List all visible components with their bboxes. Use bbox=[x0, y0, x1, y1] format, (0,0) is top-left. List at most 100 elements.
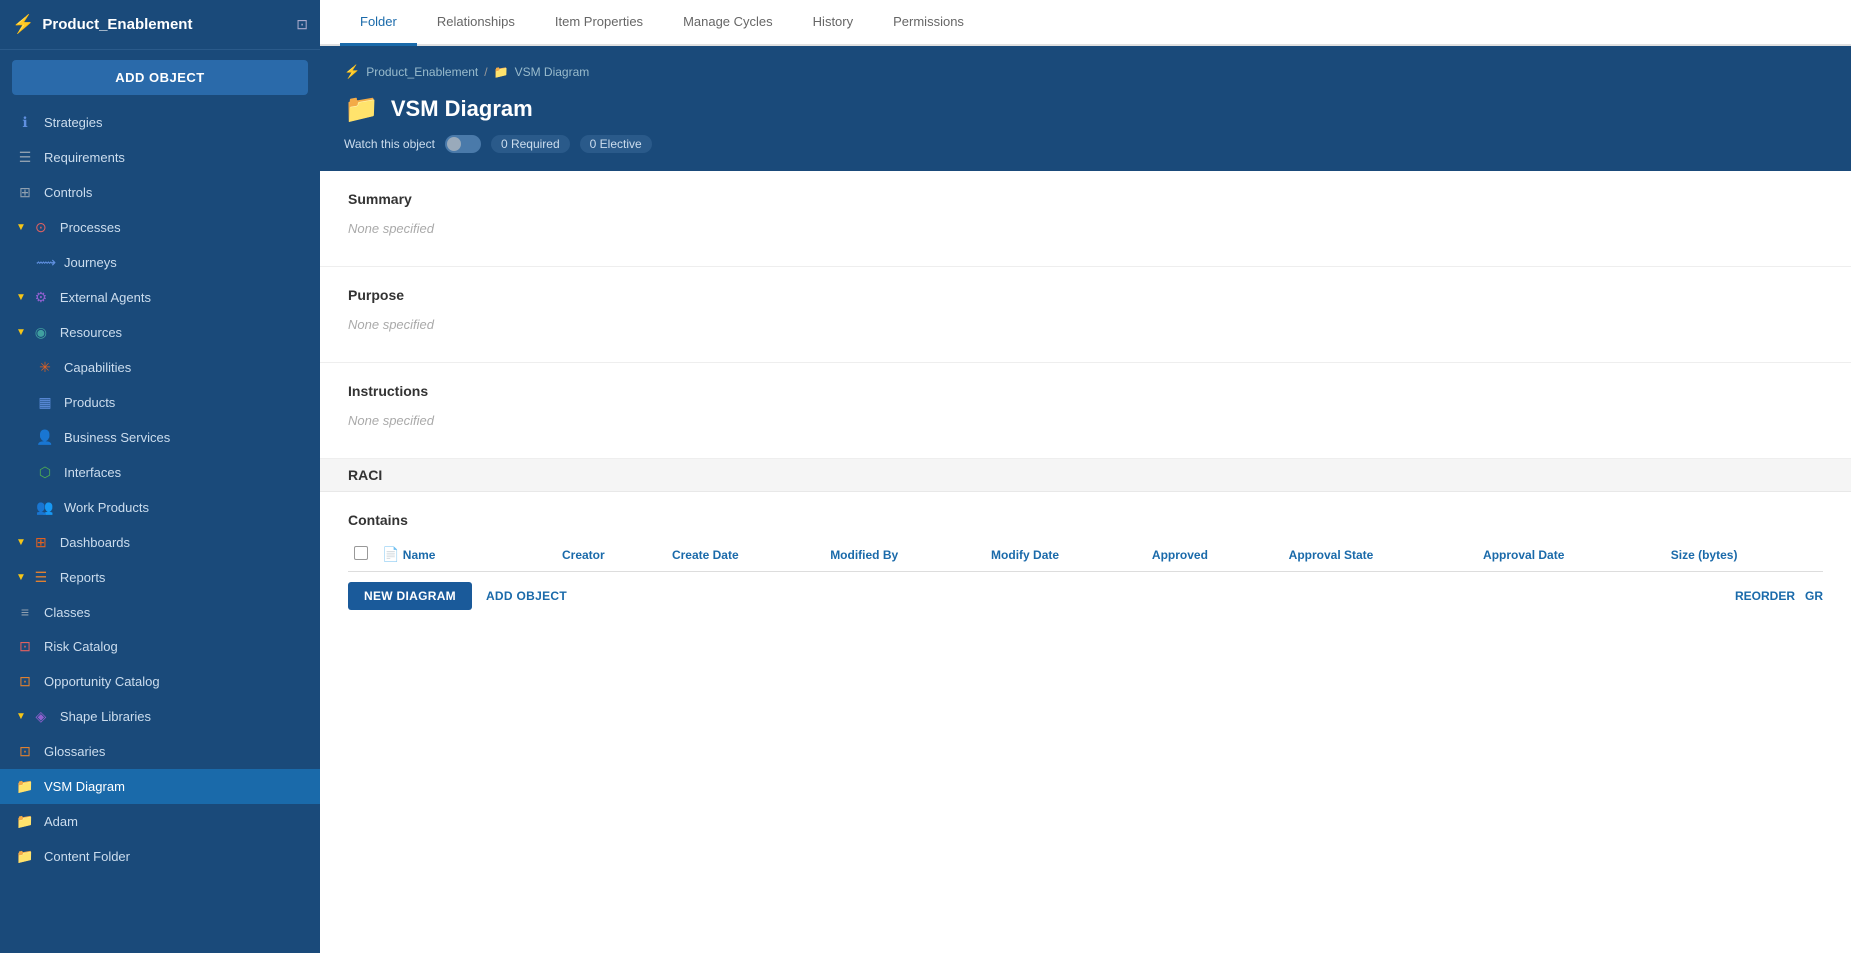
sidebar-item-risk-catalog[interactable]: ⊡ Risk Catalog bbox=[0, 629, 320, 664]
required-badge: 0 Required bbox=[491, 135, 570, 153]
table-header-checkbox[interactable] bbox=[348, 538, 376, 572]
sidebar-item-controls[interactable]: ⊞ Controls bbox=[0, 175, 320, 210]
sidebar-item-label: Capabilities bbox=[64, 360, 131, 375]
business-services-icon: 👤 bbox=[36, 429, 54, 446]
col-approved[interactable]: Approved bbox=[1146, 538, 1283, 572]
app-icon: ⚡ bbox=[12, 14, 34, 35]
classes-icon: ≡ bbox=[16, 604, 34, 620]
reports-caret: ▼ bbox=[16, 572, 26, 583]
dashboards-caret: ▼ bbox=[16, 537, 26, 548]
sidebar-item-label: Classes bbox=[44, 605, 90, 620]
requirements-icon: ☰ bbox=[16, 149, 34, 166]
dashboards-icon: ⊞ bbox=[32, 534, 50, 551]
risk-catalog-icon: ⊡ bbox=[16, 638, 34, 655]
col-creator[interactable]: Creator bbox=[556, 538, 666, 572]
purpose-title: Purpose bbox=[348, 287, 1823, 303]
tab-permissions[interactable]: Permissions bbox=[873, 0, 984, 46]
contains-header: Contains bbox=[320, 492, 1851, 538]
col-size-bytes[interactable]: Size (bytes) bbox=[1665, 538, 1823, 572]
processes-icon: ⊙ bbox=[32, 219, 50, 236]
journeys-icon: ⟿ bbox=[36, 254, 54, 271]
expand-icon[interactable]: ⊡ bbox=[296, 16, 308, 33]
main-content: Folder Relationships Item Properties Man… bbox=[320, 0, 1851, 953]
sidebar-item-label: Processes bbox=[60, 220, 121, 235]
col-approval-state[interactable]: Approval State bbox=[1283, 538, 1477, 572]
sidebar-item-processes[interactable]: ▼ ⊙ Processes bbox=[0, 210, 320, 245]
sidebar-item-interfaces[interactable]: ⬡ Interfaces bbox=[0, 455, 320, 490]
tab-item-properties[interactable]: Item Properties bbox=[535, 0, 663, 46]
sidebar-item-label: Shape Libraries bbox=[60, 709, 151, 724]
sidebar-item-label: Resources bbox=[60, 325, 122, 340]
sidebar-item-label: VSM Diagram bbox=[44, 779, 125, 794]
tab-manage-cycles[interactable]: Manage Cycles bbox=[663, 0, 793, 46]
toggle-knob bbox=[447, 137, 461, 151]
controls-icon: ⊞ bbox=[16, 184, 34, 201]
processes-caret: ▼ bbox=[16, 222, 26, 233]
sidebar-item-label: External Agents bbox=[60, 290, 151, 305]
resources-icon: ◉ bbox=[32, 324, 50, 341]
sidebar: ⚡ Product_Enablement ⊡ ADD OBJECT ℹ Stra… bbox=[0, 0, 320, 953]
reorder-button[interactable]: REORDER bbox=[1735, 589, 1795, 603]
sidebar-item-content-folder[interactable]: 📁 Content Folder bbox=[0, 839, 320, 874]
sidebar-item-label: Products bbox=[64, 395, 115, 410]
purpose-empty: None specified bbox=[348, 313, 1823, 342]
tab-relationships[interactable]: Relationships bbox=[417, 0, 535, 46]
sidebar-item-work-products[interactable]: 👥 Work Products bbox=[0, 490, 320, 525]
nav-list: ℹ Strategies ☰ Requirements ⊞ Controls ▼… bbox=[0, 105, 320, 874]
new-diagram-button[interactable]: NEW DIAGRAM bbox=[348, 582, 472, 610]
sidebar-item-adam[interactable]: 📁 Adam bbox=[0, 804, 320, 839]
raci-section: RACI bbox=[320, 459, 1851, 492]
purpose-section: Purpose None specified bbox=[320, 267, 1851, 363]
sidebar-item-products[interactable]: ▦ Products bbox=[0, 385, 320, 420]
sidebar-item-reports[interactable]: ▼ ☰ Reports bbox=[0, 560, 320, 595]
col-name[interactable]: 📄 Name bbox=[376, 538, 556, 572]
sidebar-item-label: Interfaces bbox=[64, 465, 121, 480]
sidebar-item-glossaries[interactable]: ⊡ Glossaries bbox=[0, 734, 320, 769]
tab-folder[interactable]: Folder bbox=[340, 0, 417, 46]
tab-history[interactable]: History bbox=[793, 0, 873, 46]
tabs-bar: Folder Relationships Item Properties Man… bbox=[320, 0, 1851, 46]
instructions-title: Instructions bbox=[348, 383, 1823, 399]
resources-caret: ▼ bbox=[16, 327, 26, 338]
sidebar-item-label: Dashboards bbox=[60, 535, 130, 550]
sidebar-item-capabilities[interactable]: ✳ Capabilities bbox=[0, 350, 320, 385]
elective-badge: 0 Elective bbox=[580, 135, 652, 153]
interfaces-icon: ⬡ bbox=[36, 464, 54, 481]
contains-table-wrap: 📄 Name Creator Create Date Modified By M… bbox=[320, 538, 1851, 572]
sidebar-item-external-agents[interactable]: ▼ ⚙ External Agents bbox=[0, 280, 320, 315]
reports-icon: ☰ bbox=[32, 569, 50, 586]
col-modify-date[interactable]: Modify Date bbox=[985, 538, 1146, 572]
col-modified-by[interactable]: Modified By bbox=[824, 538, 985, 572]
instructions-section: Instructions None specified bbox=[320, 363, 1851, 459]
page-header: ⚡ Product_Enablement / 📁 VSM Diagram 📁 V… bbox=[320, 46, 1851, 171]
sidebar-item-shape-libraries[interactable]: ▼ ◈ Shape Libraries bbox=[0, 699, 320, 734]
select-all-checkbox[interactable] bbox=[354, 546, 368, 560]
breadcrumb-app-link[interactable]: Product_Enablement bbox=[366, 65, 478, 79]
sidebar-item-business-services[interactable]: 👤 Business Services bbox=[0, 420, 320, 455]
breadcrumb-app-icon: ⚡ bbox=[344, 64, 360, 80]
strategies-icon: ℹ bbox=[16, 114, 34, 131]
work-products-icon: 👥 bbox=[36, 499, 54, 516]
add-object-table-button[interactable]: ADD OBJECT bbox=[482, 582, 571, 610]
contains-title: Contains bbox=[348, 512, 1823, 528]
col-approval-date[interactable]: Approval Date bbox=[1477, 538, 1665, 572]
sidebar-item-journeys[interactable]: ⟿ Journeys bbox=[0, 245, 320, 280]
summary-title: Summary bbox=[348, 191, 1823, 207]
opportunity-catalog-icon: ⊡ bbox=[16, 673, 34, 690]
sidebar-item-classes[interactable]: ≡ Classes bbox=[0, 595, 320, 629]
watch-toggle[interactable] bbox=[445, 135, 481, 153]
col-create-date[interactable]: Create Date bbox=[666, 538, 824, 572]
sidebar-item-vsm-diagram[interactable]: 📁 VSM Diagram bbox=[0, 769, 320, 804]
sidebar-item-requirements[interactable]: ☰ Requirements bbox=[0, 140, 320, 175]
sidebar-item-resources[interactable]: ▼ ◉ Resources bbox=[0, 315, 320, 350]
sidebar-item-strategies[interactable]: ℹ Strategies bbox=[0, 105, 320, 140]
gr-button[interactable]: GR bbox=[1805, 589, 1823, 603]
add-object-button[interactable]: ADD OBJECT bbox=[12, 60, 308, 95]
sidebar-item-dashboards[interactable]: ▼ ⊞ Dashboards bbox=[0, 525, 320, 560]
sidebar-item-label: Work Products bbox=[64, 500, 149, 515]
sidebar-item-label: Glossaries bbox=[44, 744, 105, 759]
page-header-title: 📁 VSM Diagram bbox=[344, 92, 1827, 125]
sidebar-item-label: Business Services bbox=[64, 430, 170, 445]
sidebar-item-opportunity-catalog[interactable]: ⊡ Opportunity Catalog bbox=[0, 664, 320, 699]
breadcrumb: ⚡ Product_Enablement / 📁 VSM Diagram bbox=[344, 64, 1827, 80]
